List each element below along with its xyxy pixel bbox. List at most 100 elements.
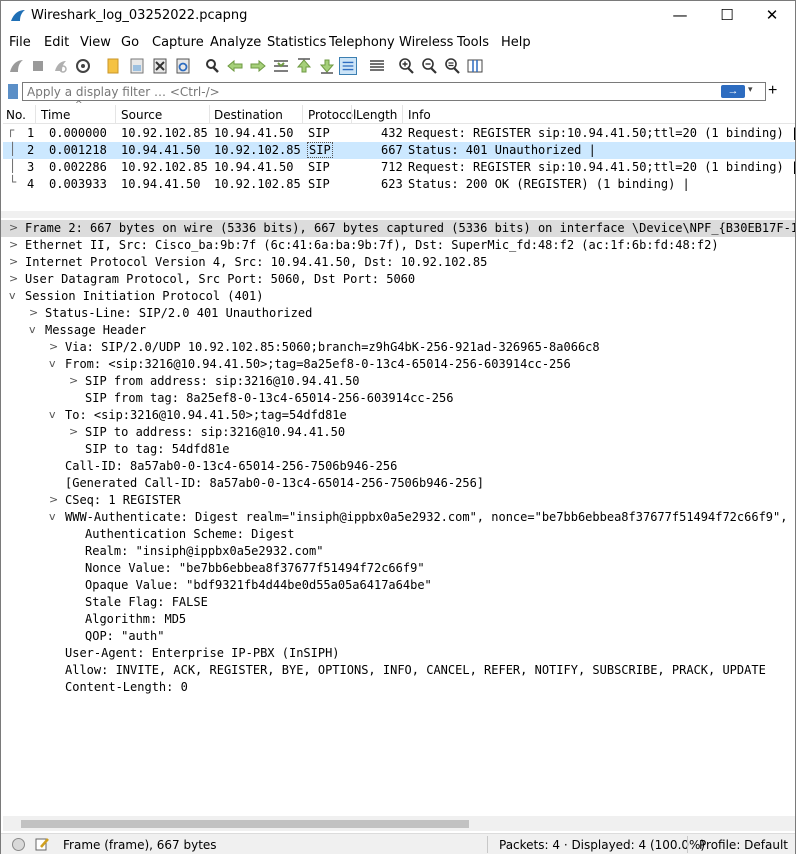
reload-file-icon[interactable] [174, 57, 192, 75]
detail-line-generated-call-id[interactable]: [Generated Call-ID: 8a57ab0-0-13c4-65014… [1, 475, 795, 492]
detail-line-to-address[interactable]: > SIP to address: sip:3216@10.94.41.50 [1, 424, 795, 441]
detail-line-content-length[interactable]: Content-Length: 0 [1, 679, 795, 696]
minimize-button[interactable]: — [657, 1, 703, 31]
status-profile[interactable]: Profile: Default [699, 838, 788, 852]
display-filter-input[interactable]: Apply a display filter … <Ctrl-/> [22, 82, 766, 101]
detail-line-frame[interactable]: > Frame 2: 667 bytes on wire (5336 bits),… [1, 220, 795, 237]
menu-file[interactable]: File [9, 35, 31, 50]
detail-line-to[interactable]: v To: <sip:3216@10.94.41.50>;tag=54dfd81e [1, 407, 795, 424]
menu-telephony[interactable]: Telephony [329, 35, 395, 50]
expand-arrow-icon[interactable]: > [9, 255, 18, 268]
collapse-arrow-icon[interactable]: v [9, 289, 16, 302]
detail-line-via[interactable]: > Via: SIP/2.0/UDP 10.92.102.85:5060;bran… [1, 339, 795, 356]
menu-wireless[interactable]: Wireless [399, 35, 453, 50]
detail-line-realm[interactable]: Realm: "insiph@ippbx0a5e2932.com" [1, 543, 795, 560]
column-destination[interactable]: Destination [214, 108, 283, 122]
detail-line-opaque[interactable]: Opaque Value: "bdf9321fb4d44be0d55a05a64… [1, 577, 795, 594]
column-divider[interactable] [302, 105, 303, 123]
packet-row[interactable]: ┌ 1 0.000000 10.92.102.85 10.94.41.50 SI… [3, 123, 796, 142]
menu-go[interactable]: Go [121, 35, 139, 50]
collapse-arrow-icon[interactable]: v [49, 357, 56, 370]
column-no[interactable]: No. [6, 108, 26, 122]
detail-line-user-agent[interactable]: User-Agent: Enterprise IP-PBX (InSIPH) [1, 645, 795, 662]
detail-line-sip[interactable]: v Session Initiation Protocol (401) [1, 288, 795, 305]
packet-row[interactable]: │ 3 0.002286 10.92.102.85 10.94.41.50 SI… [3, 159, 796, 176]
detail-line-www-authenticate[interactable]: v WWW-Authenticate: Digest realm="insiph@… [1, 509, 795, 526]
scrollbar-thumb[interactable] [21, 820, 469, 828]
colorize-icon[interactable] [368, 57, 386, 75]
expand-arrow-icon[interactable]: > [9, 221, 18, 234]
column-protocol[interactable]: Protocol [308, 108, 356, 122]
detail-line-udp[interactable]: > User Datagram Protocol, Src Port: 5060,… [1, 271, 795, 288]
normal-size-icon[interactable] [443, 57, 461, 75]
close-file-icon[interactable] [151, 57, 169, 75]
column-source[interactable]: Source [121, 108, 162, 122]
menu-capture[interactable]: Capture [152, 35, 204, 50]
detail-line-nonce[interactable]: Nonce Value: "be7bb6ebbea8f37677f51494f7… [1, 560, 795, 577]
menu-analyze[interactable]: Analyze [210, 35, 261, 50]
expand-arrow-icon[interactable]: > [9, 272, 18, 285]
pane-splitter[interactable] [1, 211, 795, 218]
column-divider[interactable] [209, 105, 210, 123]
go-to-packet-icon[interactable] [272, 57, 290, 75]
expand-arrow-icon[interactable]: > [49, 340, 58, 353]
detail-line-stale-flag[interactable]: Stale Flag: FALSE [1, 594, 795, 611]
first-packet-icon[interactable] [295, 57, 313, 75]
detail-line-from-address[interactable]: > SIP from address: sip:3216@10.94.41.50 [1, 373, 795, 390]
filter-history-dropdown-icon[interactable]: ▾ [748, 84, 753, 95]
expand-arrow-icon[interactable]: > [29, 306, 38, 319]
collapse-arrow-icon[interactable]: v [29, 323, 36, 336]
find-packet-icon[interactable] [203, 57, 221, 75]
menu-edit[interactable]: Edit [44, 35, 69, 50]
detail-line-cseq[interactable]: > CSeq: 1 REGISTER [1, 492, 795, 509]
column-divider[interactable] [402, 105, 403, 123]
bookmark-icon[interactable] [8, 84, 18, 99]
capture-options-icon[interactable] [74, 57, 92, 75]
expand-arrow-icon[interactable]: > [49, 493, 58, 506]
expand-arrow-icon[interactable]: > [9, 238, 18, 251]
detail-line-status-line[interactable]: > Status-Line: SIP/2.0 401 Unauthorized [1, 305, 795, 322]
resize-columns-icon[interactable] [466, 57, 484, 75]
menu-view[interactable]: View [80, 35, 111, 50]
column-divider[interactable] [35, 105, 36, 123]
open-file-icon[interactable] [104, 57, 122, 75]
stop-capture-icon[interactable] [29, 57, 47, 75]
detail-line-qop[interactable]: QOP: "auth" [1, 628, 795, 645]
add-filter-button[interactable]: + [768, 82, 777, 100]
detail-line-allow[interactable]: Allow: INVITE, ACK, REGISTER, BYE, OPTIO… [1, 662, 795, 679]
detail-line-auth-scheme[interactable]: Authentication Scheme: Digest [1, 526, 795, 543]
packet-row[interactable]: └ 4 0.003933 10.94.41.50 10.92.102.85 SI… [3, 175, 795, 193]
go-forward-icon[interactable] [249, 57, 267, 75]
zoom-in-icon[interactable] [397, 57, 415, 75]
zoom-out-icon[interactable] [420, 57, 438, 75]
column-divider[interactable] [115, 105, 116, 123]
capture-comment-icon[interactable] [34, 836, 50, 852]
menu-statistics[interactable]: Statistics [267, 35, 326, 50]
auto-scroll-icon[interactable] [339, 57, 357, 75]
go-back-icon[interactable] [226, 57, 244, 75]
save-file-icon[interactable] [128, 57, 146, 75]
detail-line-ipv4[interactable]: > Internet Protocol Version 4, Src: 10.94… [1, 254, 795, 271]
detail-line-ethernet[interactable]: > Ethernet II, Src: Cisco_ba:9b:7f (6c:41… [1, 237, 795, 254]
column-time[interactable]: Time [41, 108, 70, 122]
maximize-button[interactable]: ☐ [704, 1, 750, 31]
close-button[interactable]: ✕ [749, 1, 795, 31]
restart-capture-icon[interactable] [51, 57, 69, 75]
detail-line-call-id[interactable]: Call-ID: 8a57ab0-0-13c4-65014-256-7506b9… [1, 458, 795, 475]
column-info[interactable]: Info [408, 108, 431, 122]
last-packet-icon[interactable] [318, 57, 336, 75]
start-capture-icon[interactable] [7, 57, 25, 75]
collapse-arrow-icon[interactable]: v [49, 510, 56, 523]
detail-line-to-tag[interactable]: SIP to tag: 54dfd81e [1, 441, 795, 458]
apply-filter-button[interactable]: → [721, 85, 745, 98]
horizontal-scrollbar[interactable] [3, 816, 795, 831]
collapse-arrow-icon[interactable]: v [49, 408, 56, 421]
menu-tools[interactable]: Tools [457, 35, 489, 50]
detail-line-message-header[interactable]: v Message Header [1, 322, 795, 339]
detail-line-algorithm[interactable]: Algorithm: MD5 [1, 611, 795, 628]
detail-line-from-tag[interactable]: SIP from tag: 8a25ef8-0-13c4-65014-256-6… [1, 390, 795, 407]
expand-arrow-icon[interactable]: > [69, 425, 78, 438]
packet-row-selected[interactable]: │ 2 0.001218 10.94.41.50 10.92.102.85 SI… [3, 142, 795, 159]
detail-line-from[interactable]: v From: <sip:3216@10.94.41.50>;tag=8a25ef… [1, 356, 795, 373]
expand-arrow-icon[interactable]: > [69, 374, 78, 387]
